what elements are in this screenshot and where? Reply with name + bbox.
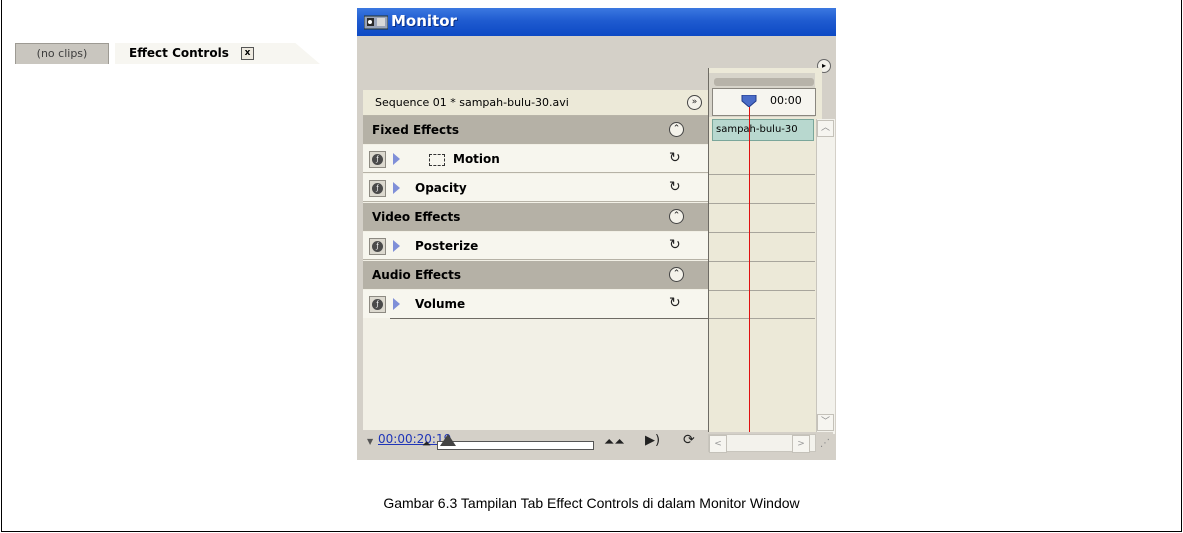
ruler-timecode: 00:00	[770, 94, 802, 107]
disclosure-triangle-icon[interactable]	[393, 153, 400, 165]
monitor-app-icon	[364, 15, 388, 30]
tab-effect-controls[interactable]: Effect Controls x	[115, 43, 320, 64]
reset-icon[interactable]: ↻	[669, 295, 681, 311]
playhead-handle-icon[interactable]	[741, 95, 757, 107]
zoom-in-icon[interactable]: ⏶⏶	[604, 435, 625, 450]
vertical-scrollbar[interactable]	[816, 119, 835, 434]
close-tab-icon[interactable]: x	[241, 47, 255, 60]
clip-bar[interactable]: sampah-bulu-30	[712, 119, 814, 141]
title-bar[interactable]: Monitor	[357, 8, 836, 36]
effect-label-opacity: Opacity	[415, 181, 467, 195]
reset-icon[interactable]: ↻	[669, 237, 681, 253]
grid-line	[709, 290, 815, 291]
grid-line	[709, 174, 815, 175]
collapse-icon[interactable]: ⌃	[669, 122, 684, 137]
effect-label-motion: Motion	[453, 152, 500, 166]
play-audio-icon[interactable]: ▶)	[645, 433, 660, 448]
grid-line	[709, 232, 815, 233]
sequence-row: Sequence 01 * sampah-bulu-30.avi	[363, 90, 708, 116]
group-label-audio: Audio Effects	[372, 268, 462, 282]
scroll-left-icon[interactable]: <	[709, 435, 727, 453]
group-label-fixed: Fixed Effects	[372, 123, 460, 137]
disclosure-triangle-icon[interactable]	[393, 240, 400, 252]
grid-line	[709, 318, 815, 319]
effect-label-volume: Volume	[415, 297, 466, 311]
effect-row-opacity[interactable]: ƒ Opacity ↻	[363, 174, 708, 202]
effect-row-motion[interactable]: ƒ Motion ↻	[363, 145, 708, 173]
scroll-down-icon[interactable]: ﹀	[817, 414, 834, 431]
group-header-video[interactable]: Video Effects ⌃	[363, 203, 708, 231]
disclosure-triangle-icon[interactable]	[393, 298, 400, 310]
loop-icon[interactable]: ⟳	[683, 432, 695, 448]
group-label-video: Video Effects	[372, 210, 461, 224]
effect-row-volume[interactable]: ƒ Volume ↻	[363, 290, 708, 318]
fx-toggle-icon[interactable]: ƒ	[369, 296, 386, 313]
grid-line	[709, 261, 815, 262]
fx-toggle-icon[interactable]: ƒ	[369, 238, 386, 255]
playhead-line[interactable]	[749, 100, 750, 433]
tab-bar	[357, 36, 836, 70]
disclosure-triangle-icon[interactable]	[393, 182, 400, 194]
volume-underline	[390, 318, 708, 319]
collapse-icon[interactable]: ⌃	[669, 209, 684, 224]
collapse-icon[interactable]: ⌃	[669, 267, 684, 282]
fx-toggle-icon[interactable]: ƒ	[369, 180, 386, 197]
sequence-label: Sequence 01 * sampah-bulu-30.avi	[375, 96, 569, 109]
timecode-marker-icon: ▼	[367, 437, 374, 446]
zoom-slider[interactable]	[437, 441, 594, 450]
resize-grip-icon[interactable]: ⋰	[820, 438, 830, 449]
zoom-out-icon[interactable]: ⏶	[422, 437, 431, 451]
figure-caption: Gambar 6.3 Tampilan Tab Effect Controls …	[383, 495, 800, 511]
tab-effect-controls-label: Effect Controls	[129, 46, 229, 60]
zoom-bar[interactable]	[714, 78, 814, 86]
show-hide-timeline-icon[interactable]: »	[687, 95, 702, 110]
group-header-audio[interactable]: Audio Effects ⌃	[363, 261, 708, 289]
reset-icon[interactable]: ↻	[669, 179, 681, 195]
zoom-slider-thumb[interactable]	[440, 434, 456, 446]
scroll-right-icon[interactable]: >	[792, 435, 810, 453]
fx-toggle-icon[interactable]: ƒ	[369, 151, 386, 168]
tab-no-clips[interactable]: (no clips)	[15, 43, 109, 64]
grid-line	[709, 203, 815, 204]
reset-icon[interactable]: ↻	[669, 150, 681, 166]
window-title: Monitor	[391, 12, 457, 30]
effect-label-posterize: Posterize	[415, 239, 479, 253]
effect-row-posterize[interactable]: ƒ Posterize ↻	[363, 232, 708, 260]
group-header-fixed[interactable]: Fixed Effects ⌃	[363, 116, 708, 144]
scroll-up-icon[interactable]: ︿	[817, 120, 834, 137]
motion-transform-icon[interactable]	[429, 154, 445, 166]
